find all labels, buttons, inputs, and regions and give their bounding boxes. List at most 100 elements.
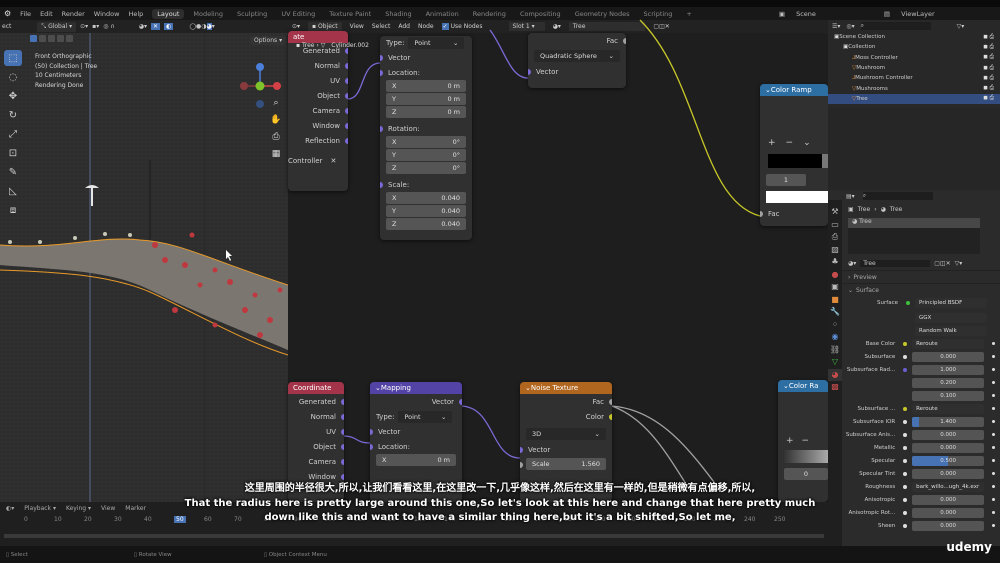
rotate-tool-icon[interactable]: ↻ — [4, 107, 22, 123]
socket-icon[interactable] — [380, 125, 383, 132]
editor-type-icon[interactable]: ⊙▾ — [292, 23, 300, 30]
node-header[interactable]: ⌄ Color Ra — [778, 380, 828, 392]
visibility-icon[interactable]: ◕▾ — [139, 23, 147, 30]
scale-y-field[interactable]: Y 0.040 — [386, 205, 466, 217]
socket-icon[interactable] — [345, 62, 348, 69]
pan-hand-icon[interactable]: ✋ — [270, 112, 282, 129]
socket-icon[interactable] — [903, 445, 908, 450]
outliner-item[interactable]: ▣ Collection ◼ ⎙ — [828, 42, 1000, 52]
slot-dropdown[interactable]: Slot 1 ▾ — [508, 22, 545, 31]
physics-tab-icon[interactable]: ◉ — [828, 331, 842, 344]
scene-selector[interactable]: ▣ Scene — [779, 10, 825, 18]
menu-select[interactable]: Select — [372, 23, 391, 30]
render-tab-icon[interactable]: ▭ — [828, 219, 842, 232]
scale-field[interactable]: Scale 1.560 — [526, 458, 606, 470]
socket-icon[interactable] — [380, 69, 383, 76]
constraints-tab-icon[interactable]: ⛓ — [828, 344, 842, 357]
particles-tab-icon[interactable]: ⁘ — [828, 319, 842, 332]
visibility-toggle-icon[interactable]: ◼ ⎙ — [983, 54, 994, 61]
socket-icon[interactable] — [345, 137, 348, 144]
funnel-icon[interactable]: ▽▾ — [957, 23, 965, 30]
select-invert-icon[interactable] — [57, 35, 64, 42]
socket-icon[interactable] — [341, 428, 344, 435]
options-dropdown[interactable]: Options ▾ — [250, 36, 287, 45]
shading-modes-icon[interactable]: ◯●◑◕▾ — [189, 23, 215, 30]
scene-tab-icon[interactable]: ♣ — [828, 256, 842, 269]
gradient-type-dropdown[interactable]: Quadratic Sphere ⌄ — [534, 50, 620, 62]
keyframe-icon[interactable] — [992, 407, 995, 410]
material-browse-icon[interactable]: ◕▾ — [848, 260, 856, 267]
zoom-icon[interactable]: ⌕ — [270, 95, 282, 112]
socket-icon[interactable] — [903, 471, 908, 476]
keyframe-icon[interactable] — [992, 394, 995, 397]
material-slot-item[interactable]: ◕ Tree — [848, 218, 980, 228]
location-z-field[interactable]: Z 0 m — [386, 106, 466, 118]
keyframe-icon[interactable] — [992, 381, 995, 384]
remove-stop-icon[interactable]: − — [786, 138, 794, 148]
material-actions-icon[interactable]: ▢◫✕ — [934, 260, 950, 267]
blender-logo-icon[interactable]: ⚙ — [4, 9, 11, 18]
object-field[interactable]: Controller ✕ — [288, 153, 348, 168]
socket-icon[interactable] — [459, 398, 462, 405]
visibility-toggle-icon[interactable]: ◼ ⎙ — [983, 34, 994, 41]
color-ramp-gradient[interactable] — [768, 154, 828, 168]
keyframe-icon[interactable] — [992, 459, 995, 462]
camera-view-icon[interactable]: ⎙ — [270, 129, 282, 146]
display-mode-icon[interactable]: ☰▾ — [832, 23, 840, 30]
socket-icon[interactable] — [341, 413, 344, 420]
prop-value-field[interactable]: 0.000 — [912, 429, 985, 440]
outliner-item[interactable]: ▽ Mushroom ◼ ⎙ — [828, 63, 1000, 73]
surface-shader-field[interactable]: Principled BSDF — [915, 297, 987, 308]
material-name-field[interactable]: Tree — [568, 22, 646, 31]
world-tab-icon[interactable]: ● — [828, 269, 842, 282]
keyframe-icon[interactable] — [992, 368, 995, 371]
type-dropdown[interactable]: Point ⌄ — [408, 37, 465, 49]
material-link-icon[interactable]: ▽▾ — [955, 260, 963, 267]
tab-sculpting[interactable]: Sculpting — [232, 9, 272, 19]
gizmo-toggle-icon[interactable]: ✕ — [151, 23, 161, 30]
scale-x-field[interactable]: X 0.040 — [386, 192, 466, 204]
socket-icon[interactable] — [903, 406, 908, 411]
socket-icon[interactable] — [609, 398, 612, 405]
properties-editor-icon[interactable]: ▤▾ — [846, 193, 855, 200]
rotation-z-field[interactable]: Z 0° — [386, 162, 466, 174]
prop-value-field[interactable]: 1.000 — [912, 364, 985, 375]
timeline-scrollbar[interactable] — [4, 534, 824, 538]
view-layer-tab-icon[interactable]: ▨ — [828, 244, 842, 257]
keyframe-icon[interactable] — [992, 420, 995, 423]
socket-icon[interactable] — [903, 432, 908, 437]
scale-z-field[interactable]: Z 0.040 — [386, 218, 466, 230]
socket-icon[interactable] — [345, 77, 348, 84]
menu-render[interactable]: Render — [62, 10, 85, 18]
socket-icon[interactable] — [903, 458, 908, 463]
socket-icon[interactable] — [345, 92, 348, 99]
measure-tool-icon[interactable]: ◺ — [4, 183, 22, 199]
visibility-toggle-icon[interactable]: ◼ ⎙ — [983, 75, 994, 82]
prop-value-field[interactable]: Reroute — [912, 403, 985, 414]
rotation-x-field[interactable]: X 0° — [386, 136, 466, 148]
socket-icon[interactable] — [341, 473, 344, 480]
location-y-field[interactable]: Y 0 m — [386, 93, 466, 105]
keyframe-icon[interactable] — [992, 446, 995, 449]
modifier-tab-icon[interactable]: 🔧 — [828, 306, 842, 319]
add-stop-icon[interactable]: + — [786, 436, 794, 446]
tab-modeling[interactable]: Modeling — [188, 9, 228, 19]
filter-icon[interactable]: ◎▾ — [846, 23, 854, 30]
socket-icon[interactable] — [380, 54, 383, 61]
outliner-item[interactable]: ⅃ Mushroom Controller ◼ ⎙ — [828, 73, 1000, 83]
tab-texture-paint[interactable]: Texture Paint — [324, 9, 376, 19]
outliner-item[interactable]: ▽ Tree ◼ ⎙ — [828, 93, 1000, 105]
texture-coordinate-node[interactable]: ate Generated Normal UV Object Camera Wi… — [288, 31, 348, 191]
socket-icon[interactable] — [341, 398, 344, 405]
annotate-tool-icon[interactable]: ✎ — [4, 164, 22, 180]
location-x-field[interactable]: X 0 m — [376, 454, 456, 466]
menu-add[interactable]: Add — [398, 23, 410, 30]
mode-selector-partial[interactable]: ect — [2, 23, 11, 30]
snap-icon[interactable]: ▪▾ — [92, 23, 99, 30]
tab-uv-editing[interactable]: UV Editing — [276, 9, 320, 19]
color-ramp-gradient[interactable] — [784, 450, 828, 463]
collection-tab-icon[interactable]: ▣ — [828, 281, 842, 294]
prop-value-field[interactable]: 0.000 — [912, 351, 985, 362]
socket-icon[interactable] — [760, 210, 763, 217]
prop-value-field[interactable]: 0.100 — [912, 390, 985, 401]
